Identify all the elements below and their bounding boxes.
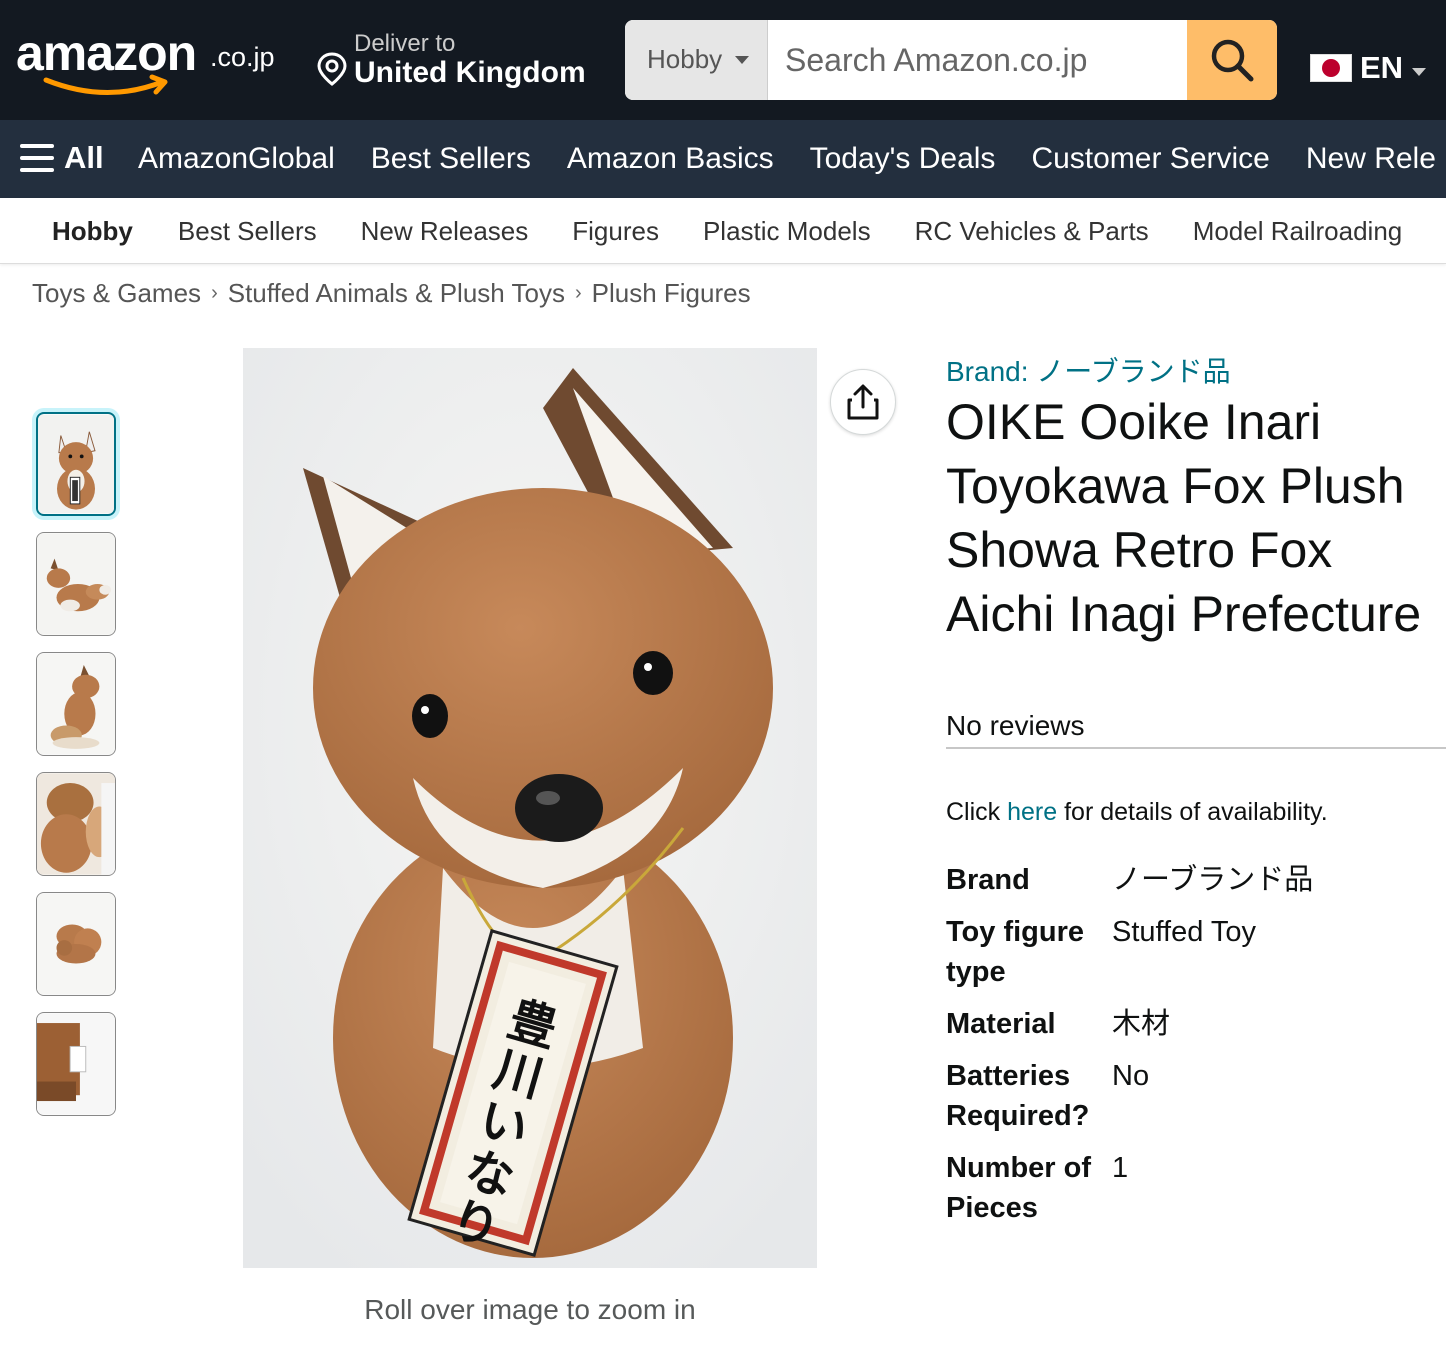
availability-link[interactable]: here	[1007, 798, 1057, 826]
spec-value: 木材	[1112, 1008, 1171, 1040]
hamburger-menu-icon	[20, 144, 54, 172]
availability-message: Click here for details of availability.	[946, 798, 1328, 827]
spec-label: Brand	[946, 864, 1030, 896]
chevron-down-icon	[1412, 68, 1426, 76]
subnav-new-releases[interactable]: New Releases	[361, 216, 529, 247]
logo-domain-suffix: .co.jp	[210, 42, 275, 72]
location-pin-icon	[317, 52, 347, 86]
subnav-figures[interactable]: Figures	[572, 216, 659, 247]
reviews-summary: No reviews	[946, 710, 1085, 741]
subnav-rc-vehicles[interactable]: RC Vehicles & Parts	[915, 216, 1149, 247]
amazon-logo[interactable]: amazon .co.jp	[16, 24, 296, 96]
search-bar: Hobby	[625, 20, 1277, 100]
brand-store-link[interactable]: Brand: ノーブランド品	[946, 350, 1231, 390]
all-menu-label: All	[64, 140, 104, 175]
deliver-to-country: United Kingdom	[354, 56, 586, 89]
fox-tail-thumbnail-image	[37, 893, 115, 995]
deliver-to-selector[interactable]: Deliver to United Kingdom	[316, 30, 606, 94]
japan-flag-icon	[1310, 54, 1352, 82]
thumbnail-3[interactable]	[36, 652, 116, 756]
category-subnav: Hobby Best Sellers New Releases Figures …	[0, 198, 1446, 264]
fox-plush-image: 豊川いなり	[243, 348, 817, 1268]
subnav-hobby[interactable]: Hobby	[52, 216, 133, 247]
breadcrumb-stuffed-animals[interactable]: Stuffed Animals & Plush Toys	[228, 278, 565, 309]
spec-label: Number of Pieces	[946, 1152, 1091, 1224]
share-button[interactable]	[830, 369, 896, 435]
thumbnail-4[interactable]	[36, 772, 116, 876]
spec-label: Batteries Required?	[946, 1060, 1090, 1132]
breadcrumb: Toys & Games › Stuffed Animals & Plush T…	[32, 278, 751, 309]
main-product-image[interactable]: 豊川いなり	[243, 348, 817, 1268]
product-title: OIKE Ooike Inari Toyokawa Fox Plush Show…	[946, 394, 1422, 642]
search-icon	[1211, 39, 1254, 82]
logo-smile-icon	[43, 74, 168, 95]
nav-link-todays-deals[interactable]: Today's Deals	[810, 142, 996, 176]
availability-prefix: Click	[946, 798, 1008, 826]
thumbnail-2[interactable]	[36, 532, 116, 636]
spec-value: Stuffed Toy	[1112, 916, 1257, 948]
top-header: amazon .co.jp Deliver to United Kingdom …	[0, 0, 1446, 120]
nav-link-amazonglobal[interactable]: AmazonGlobal	[138, 142, 335, 176]
nav-link-new-releases[interactable]: New Rele	[1306, 142, 1436, 176]
all-menu-button[interactable]: All	[20, 140, 104, 176]
breadcrumb-plush-figures[interactable]: Plush Figures	[592, 278, 751, 309]
subnav-model-railroading[interactable]: Model Railroading	[1193, 216, 1403, 247]
main-nav: All AmazonGlobal Best Sellers Amazon Bas…	[0, 120, 1446, 198]
section-divider	[946, 747, 1446, 749]
thumbnail-6[interactable]	[36, 1012, 116, 1116]
availability-suffix: for details of availability.	[1057, 798, 1328, 826]
thumbnail-5[interactable]	[36, 892, 116, 996]
search-input[interactable]	[769, 20, 1187, 100]
share-icon	[847, 384, 879, 420]
chevron-down-icon	[735, 56, 749, 64]
fox-closeup-thumbnail-image	[37, 773, 115, 875]
zoom-hint: Roll over image to zoom in	[364, 1294, 696, 1325]
nav-link-customer-service[interactable]: Customer Service	[1031, 142, 1269, 176]
language-selector[interactable]: EN	[1310, 48, 1440, 88]
nav-link-amazon-basics[interactable]: Amazon Basics	[567, 142, 774, 176]
breadcrumb-separator: ›	[574, 282, 582, 304]
fox-detail-thumbnail-image	[37, 1013, 115, 1115]
deliver-to-label: Deliver to	[354, 30, 456, 57]
breadcrumb-toys-games[interactable]: Toys & Games	[32, 278, 201, 309]
search-button[interactable]	[1187, 20, 1277, 100]
fox-back-thumbnail-image	[37, 653, 115, 755]
fox-front-thumbnail-image	[38, 414, 114, 514]
fox-side-thumbnail-image	[37, 533, 115, 635]
spec-label: Toy figure type	[946, 916, 1085, 988]
spec-value: 1	[1112, 1152, 1129, 1184]
breadcrumb-separator: ›	[211, 282, 218, 304]
spec-label: Material	[946, 1008, 1056, 1040]
search-category-label: Hobby	[647, 44, 723, 74]
subnav-best-sellers[interactable]: Best Sellers	[178, 216, 317, 247]
language-label: EN	[1360, 50, 1404, 85]
subnav-plastic-models[interactable]: Plastic Models	[703, 216, 871, 247]
thumbnail-1[interactable]	[36, 412, 116, 516]
nav-links: AmazonGlobal Best Sellers Amazon Basics …	[138, 142, 1446, 176]
spec-value: ノーブランド品	[1112, 864, 1314, 896]
nav-link-best-sellers[interactable]: Best Sellers	[371, 142, 531, 176]
spec-value: No	[1112, 1060, 1150, 1092]
search-category-dropdown[interactable]: Hobby	[625, 20, 768, 100]
